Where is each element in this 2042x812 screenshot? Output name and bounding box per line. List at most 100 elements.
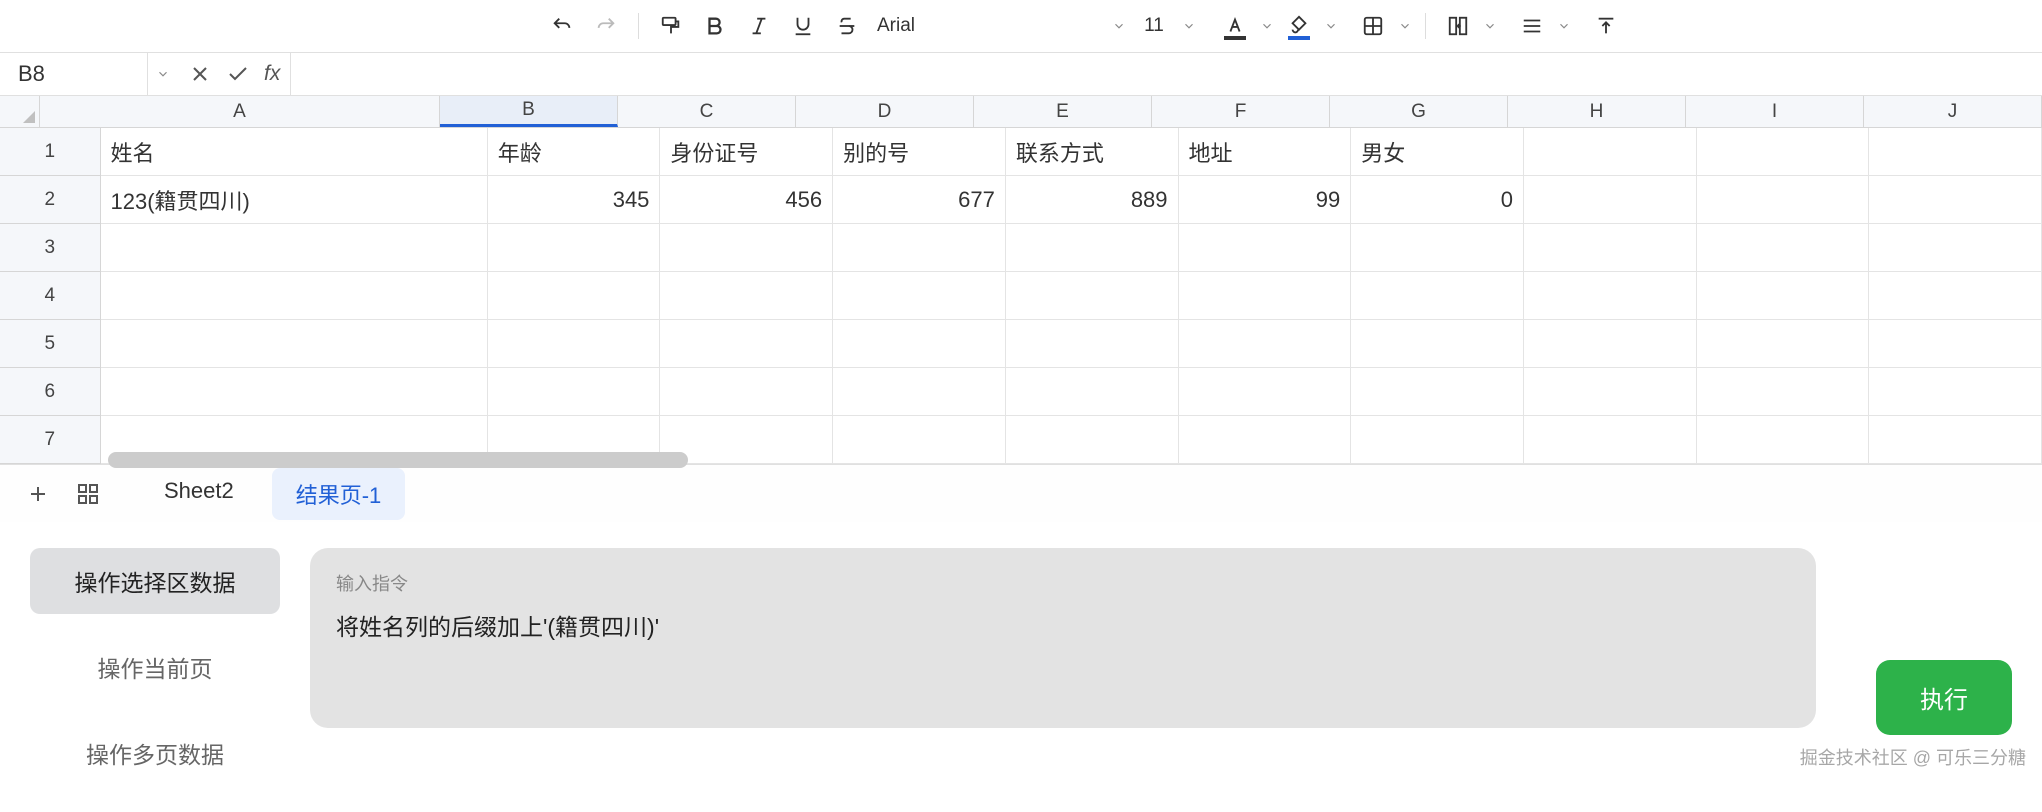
mode-button[interactable]: 操作当前页 bbox=[30, 634, 280, 700]
cell-I4[interactable] bbox=[1697, 272, 1870, 320]
cell-C6[interactable] bbox=[660, 368, 833, 416]
accept-formula-button[interactable] bbox=[226, 62, 250, 86]
row-header-3[interactable]: 3 bbox=[0, 224, 101, 272]
cell-F6[interactable] bbox=[1179, 368, 1352, 416]
sheet-tab[interactable]: 结果页-1 bbox=[272, 468, 406, 520]
cell-A2[interactable]: 123(籍贯四川) bbox=[101, 176, 488, 224]
cell-J1[interactable] bbox=[1869, 128, 2042, 176]
column-header-A[interactable]: A bbox=[40, 96, 440, 127]
row-header-6[interactable]: 6 bbox=[0, 368, 101, 416]
column-header-E[interactable]: E bbox=[974, 96, 1152, 127]
column-header-I[interactable]: I bbox=[1686, 96, 1864, 127]
text-color-dropdown[interactable] bbox=[1257, 19, 1277, 33]
column-header-C[interactable]: C bbox=[618, 96, 796, 127]
cell-C5[interactable] bbox=[660, 320, 833, 368]
cell-H1[interactable] bbox=[1524, 128, 1697, 176]
cell-A5[interactable] bbox=[101, 320, 488, 368]
cell-I1[interactable] bbox=[1697, 128, 1870, 176]
command-input-box[interactable]: 输入指令 将姓名列的后缀加上'(籍贯四川)' bbox=[310, 548, 1816, 728]
cell-J2[interactable] bbox=[1869, 176, 2042, 224]
cell-B1[interactable]: 年龄 bbox=[488, 128, 661, 176]
cell-B3[interactable] bbox=[488, 224, 661, 272]
cell-E1[interactable]: 联系方式 bbox=[1006, 128, 1179, 176]
cell-J3[interactable] bbox=[1869, 224, 2042, 272]
cell-A1[interactable]: 姓名 bbox=[101, 128, 488, 176]
cell-J4[interactable] bbox=[1869, 272, 2042, 320]
font-name-dropdown[interactable] bbox=[1109, 19, 1129, 33]
cell-C3[interactable] bbox=[660, 224, 833, 272]
cell-D3[interactable] bbox=[833, 224, 1006, 272]
cell-E4[interactable] bbox=[1006, 272, 1179, 320]
cell-B5[interactable] bbox=[488, 320, 661, 368]
column-header-F[interactable]: F bbox=[1152, 96, 1330, 127]
text-color-button[interactable] bbox=[1213, 8, 1257, 44]
font-size-dropdown[interactable] bbox=[1179, 19, 1199, 33]
row-header-5[interactable]: 5 bbox=[0, 320, 101, 368]
add-sheet-button[interactable] bbox=[20, 476, 56, 512]
cell-E7[interactable] bbox=[1006, 416, 1179, 464]
cell-F2[interactable]: 99 bbox=[1179, 176, 1352, 224]
row-header-2[interactable]: 2 bbox=[0, 176, 101, 224]
column-header-G[interactable]: G bbox=[1330, 96, 1508, 127]
cell-D6[interactable] bbox=[833, 368, 1006, 416]
cell-H4[interactable] bbox=[1524, 272, 1697, 320]
select-all-corner[interactable] bbox=[0, 96, 40, 127]
cell-A4[interactable] bbox=[101, 272, 488, 320]
sheet-tab[interactable]: Sheet2 bbox=[140, 468, 258, 520]
cell-F5[interactable] bbox=[1179, 320, 1352, 368]
cell-B6[interactable] bbox=[488, 368, 661, 416]
cell-J5[interactable] bbox=[1869, 320, 2042, 368]
row-header-4[interactable]: 4 bbox=[0, 272, 101, 320]
underline-button[interactable] bbox=[781, 8, 825, 44]
cell-reference-box[interactable]: B8 bbox=[0, 53, 148, 95]
cell-J7[interactable] bbox=[1869, 416, 2042, 464]
column-header-B[interactable]: B bbox=[440, 96, 618, 127]
cell-D5[interactable] bbox=[833, 320, 1006, 368]
cell-G1[interactable]: 男女 bbox=[1351, 128, 1524, 176]
strikethrough-button[interactable] bbox=[825, 8, 869, 44]
execute-button[interactable]: 执行 bbox=[1876, 660, 2012, 735]
cell-I6[interactable] bbox=[1697, 368, 1870, 416]
cell-C1[interactable]: 身份证号 bbox=[660, 128, 833, 176]
cell-J6[interactable] bbox=[1869, 368, 2042, 416]
cell-H5[interactable] bbox=[1524, 320, 1697, 368]
cell-C2[interactable]: 456 bbox=[660, 176, 833, 224]
cell-H7[interactable] bbox=[1524, 416, 1697, 464]
cell-reference-dropdown[interactable] bbox=[148, 53, 178, 95]
row-header-7[interactable]: 7 bbox=[0, 416, 101, 464]
cell-D4[interactable] bbox=[833, 272, 1006, 320]
bold-button[interactable] bbox=[693, 8, 737, 44]
vertical-align-button[interactable] bbox=[1584, 8, 1628, 44]
column-header-J[interactable]: J bbox=[1864, 96, 2042, 127]
formula-input[interactable] bbox=[290, 53, 2042, 95]
cell-B2[interactable]: 345 bbox=[488, 176, 661, 224]
cell-F3[interactable] bbox=[1179, 224, 1352, 272]
cancel-formula-button[interactable] bbox=[188, 62, 212, 86]
cell-B4[interactable] bbox=[488, 272, 661, 320]
cell-C4[interactable] bbox=[660, 272, 833, 320]
cell-G5[interactable] bbox=[1351, 320, 1524, 368]
column-header-D[interactable]: D bbox=[796, 96, 974, 127]
align-dropdown[interactable] bbox=[1554, 19, 1574, 33]
cell-D1[interactable]: 别的号 bbox=[833, 128, 1006, 176]
cell-A3[interactable] bbox=[101, 224, 488, 272]
cell-I3[interactable] bbox=[1697, 224, 1870, 272]
cell-H3[interactable] bbox=[1524, 224, 1697, 272]
cell-I2[interactable] bbox=[1697, 176, 1870, 224]
merge-cells-button[interactable] bbox=[1436, 8, 1480, 44]
format-painter-button[interactable] bbox=[649, 8, 693, 44]
cell-I5[interactable] bbox=[1697, 320, 1870, 368]
cell-E6[interactable] bbox=[1006, 368, 1179, 416]
cell-G4[interactable] bbox=[1351, 272, 1524, 320]
align-button[interactable] bbox=[1510, 8, 1554, 44]
cell-I7[interactable] bbox=[1697, 416, 1870, 464]
mode-button[interactable]: 操作多页数据 bbox=[30, 720, 280, 786]
cell-D7[interactable] bbox=[833, 416, 1006, 464]
cell-F1[interactable]: 地址 bbox=[1179, 128, 1352, 176]
font-size-select[interactable]: 11 bbox=[1129, 15, 1179, 37]
cell-G6[interactable] bbox=[1351, 368, 1524, 416]
cell-E5[interactable] bbox=[1006, 320, 1179, 368]
cell-A6[interactable] bbox=[101, 368, 488, 416]
cell-F4[interactable] bbox=[1179, 272, 1352, 320]
sheet-list-button[interactable] bbox=[70, 476, 106, 512]
